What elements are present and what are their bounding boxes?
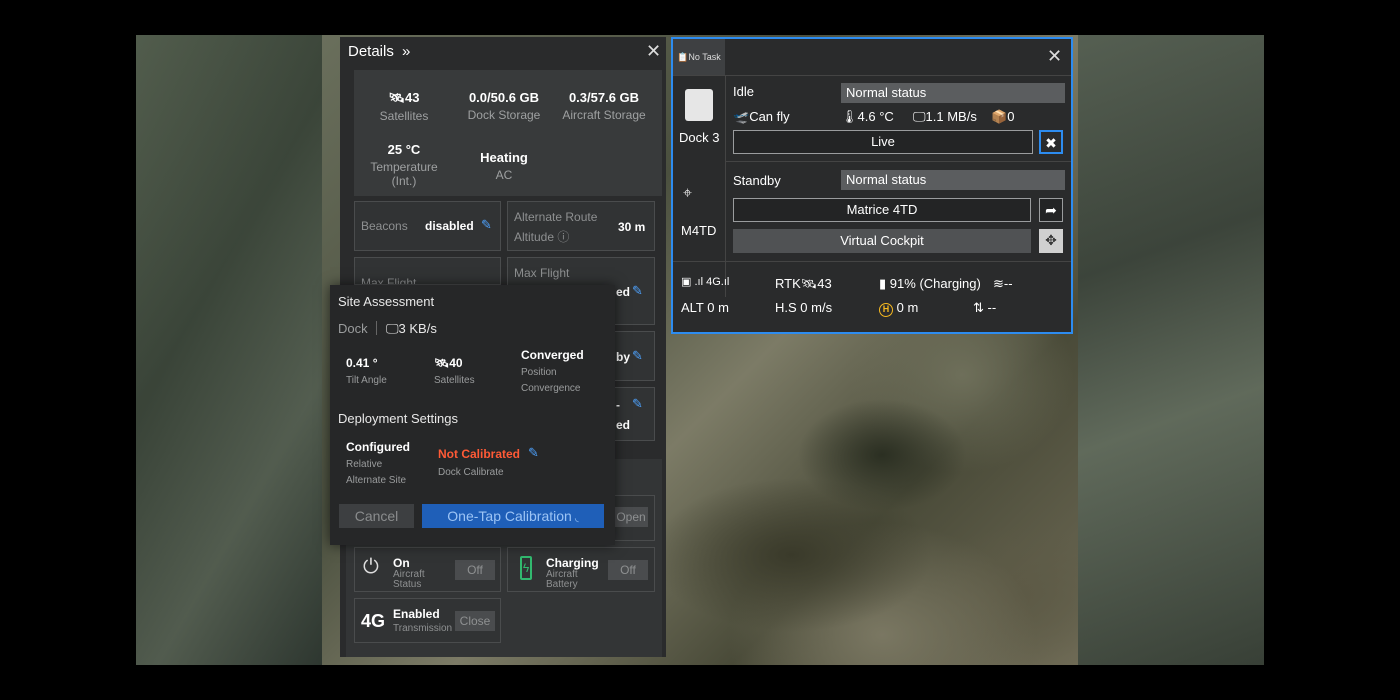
satellite-icon: 🛰 (388, 90, 406, 105)
can-fly-indicator: 🛫Can fly (733, 109, 790, 124)
monitor-icon: 🖵 (386, 321, 399, 336)
dock-status: Normal status (841, 83, 1065, 103)
one-tap-calibration-button[interactable]: One-Tap Calibration ◟ (422, 504, 604, 528)
virtual-cockpit-button[interactable]: Virtual Cockpit (733, 229, 1031, 253)
stat-ac: Heating AC (480, 150, 528, 182)
satellite-icon: 🛰 (434, 356, 450, 370)
drone-takeoff-icon: 🛫 (733, 109, 750, 124)
max-flight-cell-left: Max Flight (354, 257, 501, 285)
dock-panel-close-icon[interactable]: ✕ (1047, 46, 1062, 67)
aircraft-status: Normal status (841, 170, 1065, 190)
dock-aircraft-panel: 📋No Task ✕ Dock 3 Idle Normal status 🛫Ca… (671, 37, 1073, 334)
tools-icon[interactable]: ✖ (1039, 130, 1063, 154)
dock-label: Dock (338, 321, 368, 336)
details-title[interactable]: Details » (348, 43, 410, 60)
edit-pencil-icon[interactable]: ✎ (481, 217, 492, 233)
divider (725, 161, 1071, 162)
altitude-readout: ALT 0 m (681, 300, 729, 315)
divider (725, 75, 726, 297)
beacons-cell: Beacons disabled ✎ (354, 201, 501, 251)
vertical-speed-icon: ⇅ (973, 300, 984, 315)
edit-pencil-icon[interactable]: ✎ (632, 348, 643, 364)
dock-count: 📦0 (991, 109, 1015, 124)
cancel-button[interactable]: Cancel (339, 504, 414, 528)
blurred-map-left (136, 35, 322, 665)
monitor-icon: 🖵 (913, 109, 926, 124)
aircraft-off-button[interactable]: Off (455, 560, 495, 580)
not-calibrated-status: Not Calibrated (438, 447, 521, 461)
details-title-text: Details (348, 43, 394, 60)
4g-icon: 4G (361, 611, 386, 631)
alternate-route-altitude-cell: Alternate Route Altitude ⓘ 30 m (507, 201, 655, 251)
power-icon: ⏻ (363, 556, 379, 578)
task-tag: 📋No Task (673, 39, 725, 75)
signal-indicator: ▣ .ıl 4G.ıl (681, 276, 730, 288)
divider (673, 261, 1071, 262)
thermometer-icon: 🌡 (841, 109, 858, 124)
battery-indicator: ▮ 91% (Charging) (879, 276, 981, 291)
stat-temperature: 25 °C Temperature (Int.) (370, 142, 438, 188)
dock-temperature: 🌡4.6 °C (841, 109, 894, 124)
loading-spinner-icon: ◟ (574, 513, 579, 524)
dock-stats-card: 🛰43 Satellites 0.0/50.6 GB Dock Storage … (354, 70, 662, 196)
home-distance-readout: H 0 m (879, 300, 918, 317)
drone-control-icon[interactable]: ✥ (1039, 229, 1063, 253)
share-arrow-icon[interactable]: ➦ (1039, 198, 1063, 222)
stat-satellites: 🛰43 Satellites (379, 90, 429, 123)
rtk-indicator: RTK🛰43 (775, 276, 832, 291)
open-button[interactable]: Open (614, 507, 648, 527)
dock-state: Idle (733, 84, 754, 99)
image-transmission-icon: ▣ (681, 276, 692, 288)
battery-charging-icon: ϟ (520, 556, 532, 580)
dock-network-rate: 🖵1.1 MB/s (913, 109, 977, 124)
aircraft-status-cell: ⏻ On Aircraft Status Off (354, 547, 501, 592)
dock-rate: 🖵3 KB/s (386, 321, 437, 336)
details-close-icon[interactable]: ✕ (646, 41, 661, 62)
edit-pencil-icon[interactable]: ✎ (632, 283, 643, 299)
drone-icon: ⌖ (683, 185, 693, 202)
dock-name: Dock 3 (679, 130, 720, 145)
transmission-cell: 4G Enabled Transmission Close (354, 598, 501, 643)
battery-off-button[interactable]: Off (608, 560, 648, 580)
blurred-map-right (1078, 35, 1264, 665)
vertical-speed-readout: ⇅ -- (973, 300, 997, 315)
transmission-close-button[interactable]: Close (455, 611, 495, 631)
edit-pencil-icon[interactable]: ✎ (632, 396, 643, 412)
deployment-settings-title: Deployment Settings (338, 411, 458, 426)
chevrons-right-icon[interactable]: » (402, 43, 410, 60)
divider (673, 75, 1071, 76)
aircraft-state: Standby (733, 173, 781, 188)
clipboard-icon: 📋 (677, 52, 689, 62)
live-button[interactable]: Live (733, 130, 1033, 154)
wind-indicator: ≋-- (993, 276, 1013, 291)
battery-icon: ▮ (879, 276, 887, 291)
satellite-icon: 🛰 (800, 276, 818, 291)
site-assessment-title: Site Assessment (338, 294, 435, 309)
stat-dock-storage: 0.0/50.6 GB Dock Storage (467, 90, 541, 122)
aircraft-name: M4TD (681, 223, 717, 238)
wind-icon: ≋ (993, 276, 1004, 291)
info-icon[interactable]: ⓘ (557, 230, 569, 244)
site-assessment-popup: Site Assessment Dock 🖵3 KB/s 0.41 ° Tilt… (330, 285, 615, 545)
horizontal-speed-readout: H.S 0 m/s (775, 300, 833, 315)
package-icon: 📦 (991, 109, 1008, 124)
divider (376, 321, 377, 335)
dock-device-icon (685, 89, 713, 121)
stat-aircraft-storage: 0.3/57.6 GB Aircraft Storage (562, 90, 646, 122)
aircraft-battery-cell: ϟ Charging Aircraft Battery Off (507, 547, 655, 592)
edit-calibration-icon[interactable]: ✎ (528, 445, 539, 461)
home-point-icon: H (879, 303, 893, 317)
matrice-4td-button[interactable]: Matrice 4TD (733, 198, 1031, 222)
